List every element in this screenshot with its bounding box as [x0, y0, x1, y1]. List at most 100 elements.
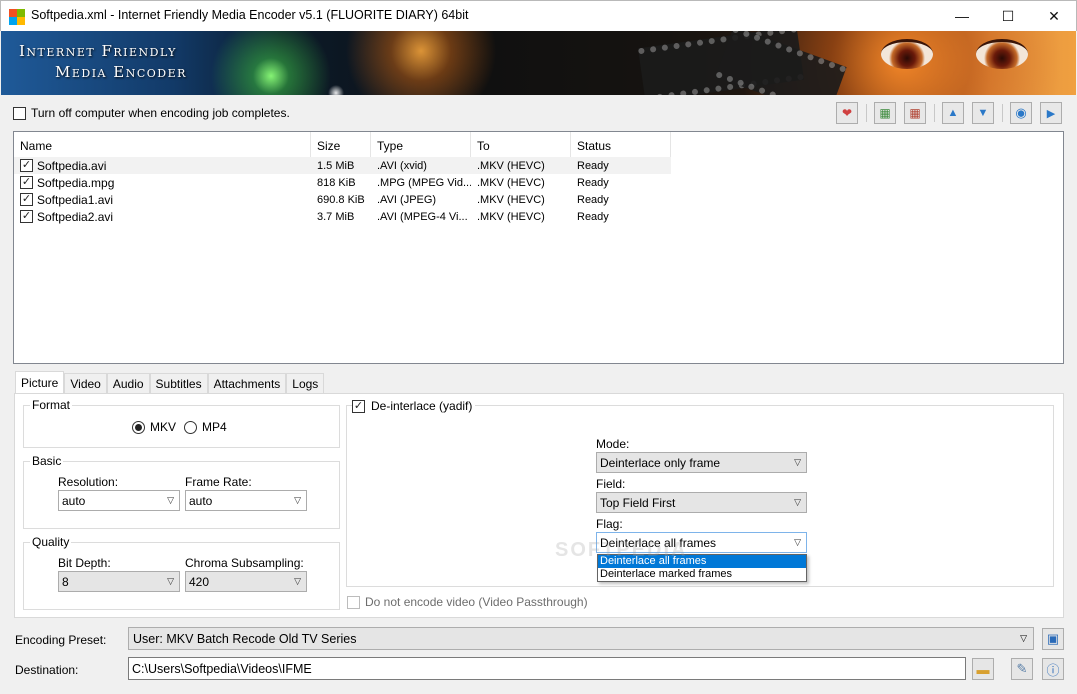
browse-folder-button[interactable]: ▬: [972, 658, 994, 680]
anime-eye-graphic: [976, 39, 1028, 69]
file-size: 3.7 MiB: [317, 210, 355, 223]
move-up-icon: ▲: [947, 107, 959, 119]
tab-logs[interactable]: Logs: [286, 373, 325, 394]
destination-value: C:\Users\Softpedia\Videos\IFME: [132, 661, 312, 676]
wrench-icon: ✎: [1016, 661, 1028, 676]
tab-subtitles[interactable]: Subtitles: [149, 373, 208, 394]
mode-label: Mode:: [596, 437, 630, 451]
table-row[interactable]: ✓ Softpedia1.avi 690.8 KiB .AVI (JPEG) .M…: [14, 191, 671, 208]
file-size: 818 KiB: [317, 176, 356, 189]
file-status: Ready: [577, 159, 609, 172]
file-list-header: Name Size Type To Status: [14, 132, 671, 157]
close-button[interactable]: ✕: [1031, 1, 1077, 31]
mode-value: Deinterlace only frame: [600, 455, 721, 470]
column-header-name[interactable]: Name: [14, 132, 311, 157]
settings-tabs: Picture Video Audio Subtitles Attachment…: [15, 371, 325, 394]
field-value: Top Field First: [600, 495, 676, 510]
remove-job-button[interactable]: ▦: [904, 102, 926, 124]
resolution-select[interactable]: auto ▽: [58, 490, 180, 511]
deinterlace-checkbox[interactable]: ✓: [352, 399, 365, 413]
toolbar-separator: [1002, 104, 1003, 122]
column-header-type[interactable]: Type: [371, 132, 471, 157]
chroma-select[interactable]: 420 ▽: [185, 571, 307, 592]
settings-button[interactable]: ✎: [1011, 658, 1033, 680]
column-header-size[interactable]: Size: [311, 132, 371, 157]
file-type: .MPG (MPEG Vid...: [377, 176, 471, 189]
app-logo-icon: [9, 9, 25, 25]
start-icon: ▶: [1046, 107, 1056, 120]
encoding-preset-select[interactable]: User: MKV Batch Recode Old TV Series ▽: [128, 627, 1034, 650]
add-folder-icon: ▦: [879, 106, 891, 120]
flag-value: Deinterlace all frames: [600, 535, 717, 550]
row-checkbox[interactable]: ✓: [20, 159, 33, 172]
framerate-value: auto: [189, 493, 213, 508]
format-group-title: Format: [30, 398, 73, 412]
mkv-radio[interactable]: [132, 420, 145, 434]
shutdown-option[interactable]: Turn off computer when encoding job comp…: [13, 106, 290, 120]
field-select[interactable]: Top Field First ▽: [596, 492, 807, 513]
save-preset-button[interactable]: ▣: [1042, 628, 1064, 650]
chevron-down-icon: ▽: [794, 537, 801, 547]
start-encoding-button[interactable]: ▶: [1040, 102, 1062, 124]
format-group: Format MKV MP4: [23, 398, 340, 448]
file-status: Ready: [577, 176, 609, 189]
file-target: .MKV (HEVC): [477, 159, 545, 172]
mode-select[interactable]: Deinterlace only frame ▽: [596, 452, 807, 473]
file-name: Softpedia.avi: [37, 158, 107, 173]
file-target: .MKV (HEVC): [477, 176, 545, 189]
banner-logo: Internet Friendly Media Encoder: [19, 41, 187, 83]
file-size: 690.8 KiB: [317, 193, 365, 206]
folder-icon: ▬: [976, 661, 990, 677]
bitdepth-select[interactable]: 8 ▽: [58, 571, 180, 592]
file-name: Softpedia.mpg: [37, 175, 115, 190]
move-down-button[interactable]: ▼: [972, 102, 994, 124]
file-size: 1.5 MiB: [317, 159, 355, 172]
job-file-list[interactable]: Name Size Type To Status ✓ Softpedia.avi …: [13, 131, 1064, 364]
format-option-mp4[interactable]: MP4: [184, 420, 227, 434]
tab-attachments[interactable]: Attachments: [207, 373, 287, 394]
move-up-button[interactable]: ▲: [942, 102, 964, 124]
framerate-select[interactable]: auto ▽: [185, 490, 307, 511]
row-checkbox[interactable]: ✓: [20, 210, 33, 223]
deinterlace-toggle[interactable]: ✓ De-interlace (yadif): [352, 399, 476, 413]
maximize-button[interactable]: ☐: [985, 1, 1031, 31]
save-icon: ▣: [1046, 631, 1060, 646]
deinterlace-label: De-interlace (yadif): [371, 399, 473, 413]
file-name: Softpedia2.avi: [37, 209, 114, 224]
stop-icon: ◉: [1015, 105, 1027, 120]
mp4-radio[interactable]: [184, 420, 197, 434]
column-header-status[interactable]: Status: [571, 132, 671, 157]
add-job-button[interactable]: ❤: [836, 102, 858, 124]
destination-input[interactable]: C:\Users\Softpedia\Videos\IFME: [128, 657, 966, 680]
resolution-value: auto: [62, 493, 86, 508]
flag-label: Flag:: [596, 517, 623, 531]
chevron-down-icon: ▽: [1020, 633, 1027, 643]
move-down-icon: ▼: [977, 107, 989, 119]
flag-select[interactable]: Deinterlace all frames ▽: [596, 532, 807, 553]
chevron-down-icon: ▽: [167, 576, 174, 586]
stop-button[interactable]: ◉: [1010, 102, 1032, 124]
table-row[interactable]: ✓ Softpedia.mpg 818 KiB .MPG (MPEG Vid...…: [14, 174, 671, 191]
chevron-down-icon: ▽: [794, 457, 801, 467]
flag-option-all[interactable]: Deinterlace all frames: [598, 555, 806, 568]
tab-audio[interactable]: Audio: [106, 373, 150, 394]
column-header-to[interactable]: To: [471, 132, 571, 157]
tab-picture[interactable]: Picture: [15, 371, 65, 394]
window-title: Softpedia.xml - Internet Friendly Media …: [31, 8, 469, 22]
table-row[interactable]: ✓ Softpedia2.avi 3.7 MiB .AVI (MPEG-4 Vi.…: [14, 208, 671, 225]
chevron-down-icon: ▽: [294, 576, 301, 586]
file-type: .AVI (xvid): [377, 159, 427, 172]
minimize-button[interactable]: —: [939, 1, 985, 31]
shutdown-label: Turn off computer when encoding job comp…: [31, 106, 290, 120]
row-checkbox[interactable]: ✓: [20, 176, 33, 189]
format-option-mkv[interactable]: MKV: [132, 420, 176, 434]
file-name: Softpedia1.avi: [37, 192, 114, 207]
flag-option-marked[interactable]: Deinterlace marked frames: [598, 568, 806, 581]
tab-video[interactable]: Video: [64, 373, 107, 394]
row-checkbox[interactable]: ✓: [20, 193, 33, 206]
about-button[interactable]: ⓘ: [1042, 658, 1064, 680]
add-folder-button[interactable]: ▦: [874, 102, 896, 124]
remove-job-icon: ▦: [909, 106, 921, 120]
table-row[interactable]: ✓ Softpedia.avi 1.5 MiB .AVI (xvid) .MKV …: [14, 157, 671, 174]
shutdown-checkbox[interactable]: [13, 106, 26, 120]
